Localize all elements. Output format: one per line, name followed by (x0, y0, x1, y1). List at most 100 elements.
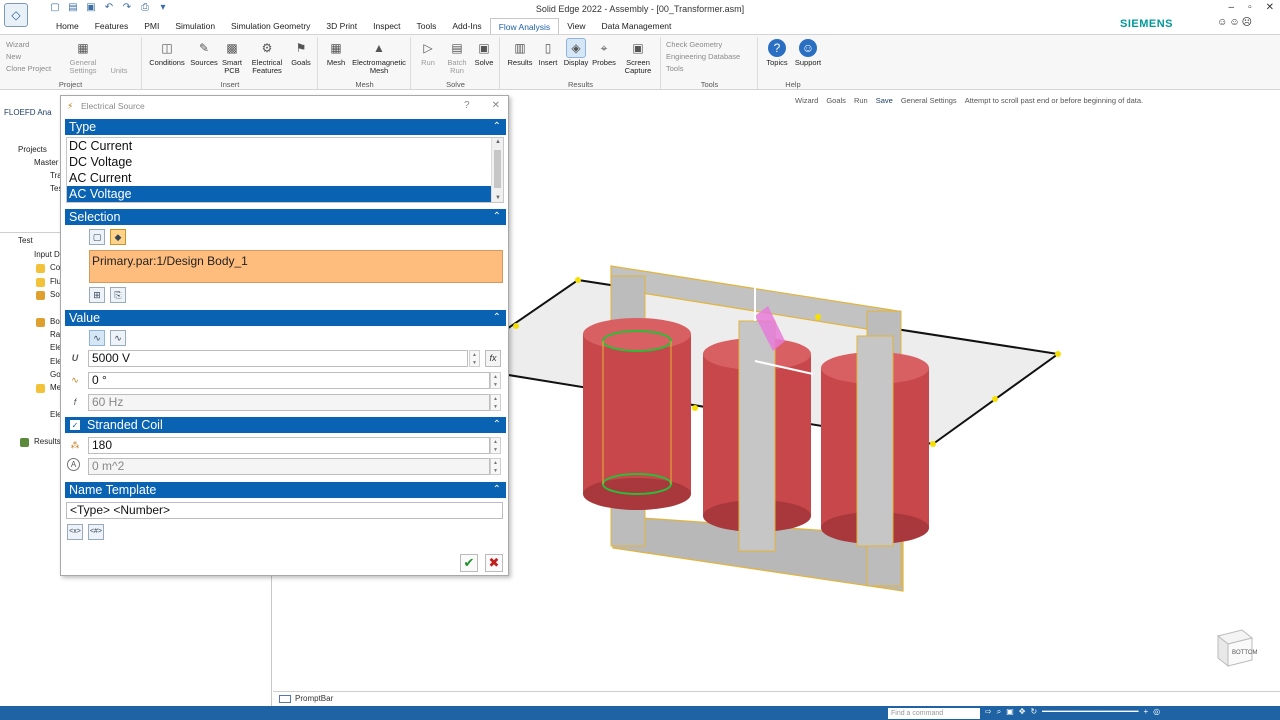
conditions-button[interactable]: ◫ Conditions (147, 39, 187, 67)
turns-spinner[interactable]: ▲ ▼ (490, 437, 501, 454)
area-spinner[interactable]: ▲ ▼ (490, 458, 501, 475)
minimize-button[interactable]: – (1229, 2, 1235, 13)
voltage-spinner[interactable]: ▲ ▼ (469, 350, 480, 367)
tree-results[interactable]: Results (34, 437, 61, 446)
type-option-dc-voltage[interactable]: DC Voltage (67, 154, 503, 170)
tools-dropdown-button[interactable]: Tools (666, 63, 740, 75)
type-listbox[interactable]: DC Current DC Voltage AC Current AC Volt… (66, 137, 504, 203)
maximize-button[interactable]: ▫ (1248, 2, 1252, 13)
tab-features[interactable]: Features (87, 18, 137, 34)
name-template-input[interactable]: <Type> <Number> (66, 502, 503, 519)
select-body-icon[interactable]: ◆ (110, 229, 126, 245)
insert-type-token-icon[interactable]: <x> (67, 524, 83, 540)
dialog-help-button[interactable]: ? (464, 96, 470, 116)
cmd-save[interactable]: Save (876, 96, 893, 105)
tab-3d-print[interactable]: 3D Print (318, 18, 365, 34)
voltage-fx-button[interactable]: fx (485, 350, 501, 367)
plane-handle[interactable] (1055, 351, 1061, 357)
sources-button[interactable]: ✎ Sources (189, 39, 219, 67)
clone-project-button[interactable]: Clone Project (6, 63, 51, 75)
select-face-icon[interactable]: ▢ (89, 229, 105, 245)
type-list-scrollbar[interactable]: ▲ ▼ (491, 138, 503, 202)
type-option-ac-current[interactable]: AC Current (67, 170, 503, 186)
cmd-general-settings[interactable]: General Settings (901, 96, 957, 105)
selection-list[interactable]: Primary.par:1/Design Body_1 (89, 250, 503, 283)
view-cube[interactable]: BOTTOM (1212, 624, 1258, 670)
tree-projects[interactable]: Projects (18, 145, 47, 154)
plane-handle[interactable] (930, 441, 936, 447)
phase-input[interactable]: 0 ° (88, 372, 490, 389)
floefd-analysis-tab[interactable]: FLOEFD Ana (4, 108, 52, 117)
value-section-header[interactable]: Value ⌃ (65, 310, 506, 326)
collapse-chevron-icon[interactable]: ⌃ (493, 417, 501, 433)
display-button[interactable]: ◈ Display (563, 38, 589, 67)
results-insert-button[interactable]: ▯ Insert (537, 39, 559, 67)
electrical-features-button[interactable]: ⚙ Electrical Features (247, 39, 287, 75)
area-input[interactable]: 0 m^2 (88, 458, 490, 475)
tab-simulation[interactable]: Simulation (167, 18, 223, 34)
scroll-up-arrow-icon[interactable]: ▲ (492, 139, 504, 145)
tree-item[interactable]: Ra (50, 330, 60, 339)
probes-button[interactable]: ⌖ Probes (591, 39, 617, 67)
type-option-ac-voltage[interactable]: AC Voltage (67, 186, 491, 202)
type-option-dc-current[interactable]: DC Current (67, 138, 503, 154)
insert-number-token-icon[interactable]: <#> (88, 524, 104, 540)
topics-button[interactable]: ? Topics (763, 39, 791, 67)
application-button[interactable]: ◇ (4, 3, 28, 27)
smiley-icon[interactable]: ☺ (1217, 17, 1227, 28)
number-of-turns-input[interactable]: 180 (88, 437, 490, 454)
collapse-chevron-icon[interactable]: ⌃ (493, 310, 501, 326)
tree-item[interactable]: Bo (50, 317, 60, 326)
tab-home[interactable]: Home (48, 18, 87, 34)
check-geometry-button[interactable]: Check Geometry (666, 39, 740, 51)
type-section-header[interactable]: Type ⌃ (65, 119, 506, 135)
zoom-icon[interactable]: ⌕ (997, 707, 1001, 717)
cmd-goals[interactable]: Goals (826, 96, 846, 105)
support-button[interactable]: ☺ Support (793, 39, 823, 67)
selection-item[interactable]: Primary.par:1/Design Body_1 (92, 254, 248, 268)
waveform-sine-icon[interactable]: ∿ (89, 330, 105, 346)
name-template-section-header[interactable]: Name Template ⌃ (65, 482, 506, 498)
cancel-button[interactable]: ✖ (485, 554, 503, 572)
phase-spinner[interactable]: ▲ ▼ (490, 372, 501, 389)
engineering-database-button[interactable]: Engineering Database (666, 51, 740, 63)
plane-handle[interactable] (815, 314, 821, 320)
cmd-run[interactable]: Run (854, 96, 868, 105)
plane-handle[interactable] (692, 405, 698, 411)
tab-simulation-geometry[interactable]: Simulation Geometry (223, 18, 318, 34)
frown-icon[interactable]: ☹ (1242, 17, 1252, 28)
prompt-bar-label[interactable]: PromptBar (295, 694, 333, 703)
tab-add-ins[interactable]: Add-Ins (444, 18, 489, 34)
new-project-button[interactable]: New (6, 51, 51, 63)
tree-item[interactable]: Co (50, 263, 60, 272)
collapse-chevron-icon[interactable]: ⌃ (493, 482, 501, 498)
pan-icon[interactable]: ✥ (1019, 707, 1026, 717)
selection-section-header[interactable]: Selection ⌃ (65, 209, 506, 225)
collapse-chevron-icon[interactable]: ⌃ (493, 209, 501, 225)
view-icon[interactable]: ◎ (1153, 707, 1160, 717)
waveform-custom-icon[interactable]: ∿ (110, 330, 126, 346)
stranded-coil-section-header[interactable]: ✓ Stranded Coil ⌃ (65, 417, 506, 433)
stranded-coil-checkbox[interactable]: ✓ (70, 420, 80, 430)
tree-input-data[interactable]: Input D (34, 250, 60, 259)
solve-button[interactable]: ▣ Solve (472, 39, 496, 67)
rotate-icon[interactable]: ↻ (1030, 707, 1037, 717)
goals-button[interactable]: ⚑ Goals (289, 39, 313, 67)
status-arrow-icon[interactable]: ⇨ (985, 707, 992, 717)
run-button[interactable]: ▷ Run (418, 39, 438, 67)
plane-handle[interactable] (513, 323, 519, 329)
general-settings-button[interactable]: ▦ General Settings (68, 39, 98, 75)
tab-tools[interactable]: Tools (409, 18, 445, 34)
tab-view[interactable]: View (559, 18, 593, 34)
filter-selection-icon[interactable]: ⊞ (89, 287, 105, 303)
plane-handle[interactable] (992, 396, 998, 402)
clear-selection-icon[interactable]: ⎘ (110, 287, 126, 303)
wizard-button[interactable]: Wizard (6, 39, 51, 51)
mesh-button[interactable]: ▦ Mesh (323, 39, 349, 67)
frequency-input[interactable]: 60 Hz (88, 394, 490, 411)
tab-flow-analysis[interactable]: Flow Analysis (489, 18, 560, 34)
tree-master[interactable]: Master (34, 158, 58, 167)
ok-button[interactable]: ✔ (460, 554, 478, 572)
close-window-button[interactable]: ✕ (1266, 2, 1274, 13)
scroll-down-arrow-icon[interactable]: ▼ (492, 195, 504, 201)
